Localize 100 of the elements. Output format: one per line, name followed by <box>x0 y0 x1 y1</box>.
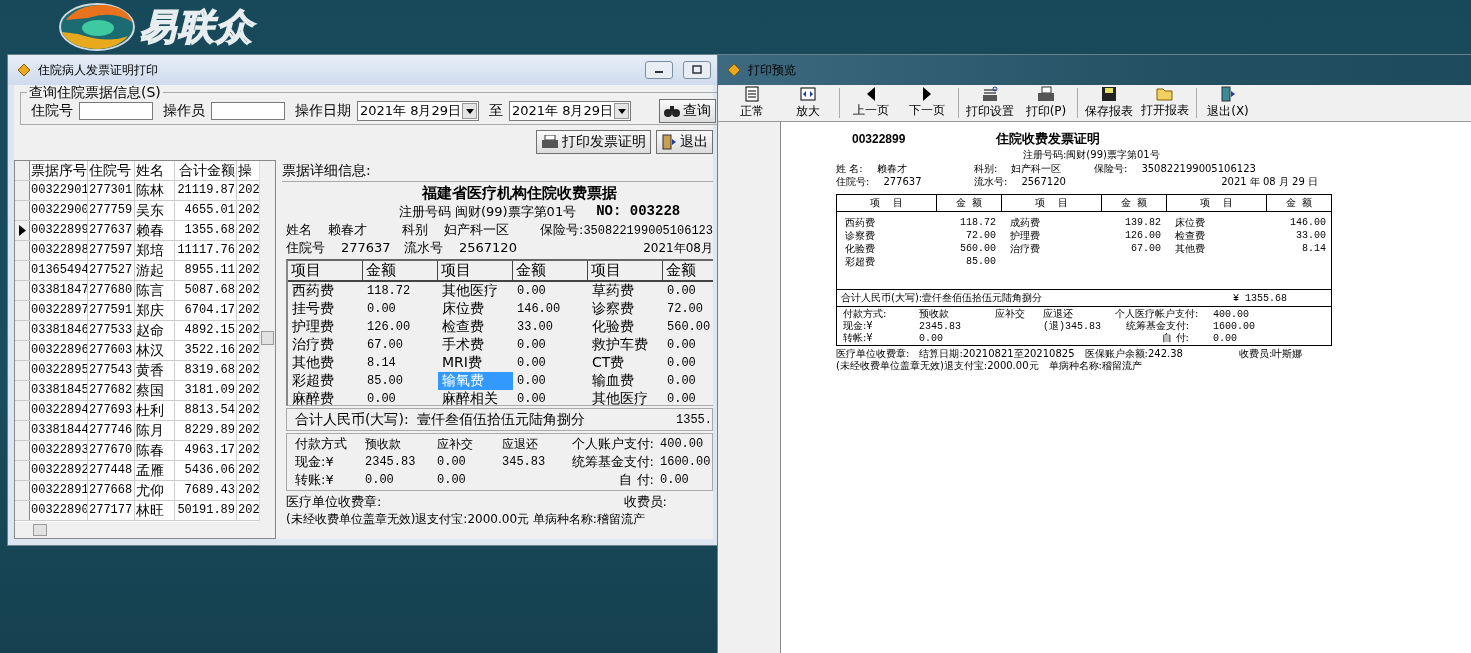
fee-item[interactable]: 检查费 <box>438 318 513 336</box>
table-row[interactable]: 00322900 277759 吴东 4655.01 202 <box>15 201 259 221</box>
row-header[interactable] <box>15 221 30 240</box>
fee-item[interactable]: 床位费 <box>438 300 513 318</box>
table-cell: 陈言 <box>135 281 175 300</box>
group-title: 查询住院票据信息(S) <box>28 85 162 99</box>
toolbar-button[interactable]: 下一页 <box>899 86 955 120</box>
table-cell: 277301 <box>88 181 135 200</box>
payment-text: 应补交 <box>995 308 1025 319</box>
column-header[interactable]: 住院号 <box>88 161 135 180</box>
fee-item[interactable]: 救护车费 <box>588 336 663 354</box>
fee-amount: 0.00 <box>666 374 697 388</box>
toolbar-button[interactable]: 打开报表 <box>1137 86 1193 120</box>
column-header[interactable]: 票据序号 <box>30 161 88 180</box>
input-field[interactable] <box>211 102 285 120</box>
payment-text: 400.00 <box>660 437 704 451</box>
app-icon <box>16 62 32 78</box>
table-row[interactable]: 00322898 277597 郑培 11117.76 202 <box>15 241 259 261</box>
toolbar-button[interactable]: 打印设置 <box>962 86 1018 120</box>
toolbar-button[interactable]: 正常 <box>724 86 780 120</box>
fee-item: 床位费 <box>1174 215 1206 230</box>
payment-text: 付款方式: <box>843 308 887 319</box>
column-header[interactable]: 合计金额 <box>175 161 237 180</box>
table-row[interactable]: 00322893 277670 陈春 4963.17 202 <box>15 441 259 461</box>
fee-item[interactable]: 输血费 <box>588 372 663 390</box>
info-label: 流水号 <box>404 240 443 255</box>
table-cell: 游起 <box>135 261 175 280</box>
table-cell: 陈春 <box>135 441 175 460</box>
fee-amount: 8.14 <box>1301 243 1327 254</box>
fee-amount: 72.00 <box>666 302 704 316</box>
date-picker[interactable]: 2021年 8月29日 <box>509 101 631 121</box>
maximize-button[interactable] <box>683 61 711 79</box>
fee-item[interactable]: 护理费 <box>288 318 363 336</box>
payment-text: 自 付: <box>1162 332 1189 343</box>
field-label: 住院号 <box>31 102 73 120</box>
search-button[interactable]: 查询 <box>659 99 716 123</box>
fee-item[interactable]: 化验费 <box>588 318 663 336</box>
fee-amount: 0.00 <box>666 392 697 406</box>
info-value: 2567120 <box>459 240 517 255</box>
table-cell: 3522.16 <box>175 341 237 360</box>
fee-item[interactable]: 治疗费 <box>288 336 363 354</box>
table-row[interactable]: 00322892 277448 孟雁 5436.06 202 <box>15 461 259 481</box>
fee-amount: 0.00 <box>516 392 547 406</box>
table-cell: 277597 <box>88 241 135 260</box>
table-row[interactable]: 00322896 277603 林汉 3522.16 202 <box>15 341 259 361</box>
fee-item[interactable]: 草药费 <box>588 282 663 300</box>
table-cell: 7689.43 <box>175 481 237 500</box>
fee-item[interactable]: 彩超费 <box>288 372 363 390</box>
minimize-button[interactable] <box>645 61 673 79</box>
fee-amount: 85.00 <box>366 374 404 388</box>
fee-amount: 126.00 <box>366 320 412 334</box>
fee-item[interactable]: 其他医疗 <box>438 282 513 300</box>
toolbar-button[interactable]: 退出 <box>656 130 713 154</box>
payment-text: 现金:¥ <box>295 454 334 469</box>
toolbar-button[interactable]: 退出(X) <box>1200 86 1256 120</box>
info-label: 科别: <box>974 162 998 174</box>
toolbar-button[interactable]: 保存报表 <box>1081 86 1137 120</box>
fee-item: 化验费 <box>844 241 876 256</box>
fee-item[interactable]: 西药费 <box>288 282 363 300</box>
scrollbar[interactable] <box>15 522 275 538</box>
table-cell: 277693 <box>88 401 135 420</box>
info-label: 科别 <box>402 222 429 237</box>
toolbar-button[interactable]: 打印发票证明 <box>536 130 651 154</box>
logo-text: 易联众 <box>140 4 254 49</box>
fee-item: 其他费 <box>1174 241 1206 256</box>
table-row[interactable]: 00322890 277177 林旺 50191.89 202 <box>15 501 259 521</box>
table-row[interactable]: 03381846 277533 赵命 4892.15 202 <box>15 321 259 341</box>
left-arrow-icon <box>866 87 876 101</box>
table-row[interactable]: 00322895 277543 黄香 8319.68 202 <box>15 361 259 381</box>
fee-item[interactable]: MRI费 <box>438 354 513 372</box>
toolbar-button[interactable]: 打印(P) <box>1018 86 1074 120</box>
fee-amount: 118.72 <box>366 284 412 298</box>
input-field[interactable] <box>79 102 153 120</box>
column-header: 项目 <box>588 261 663 282</box>
fee-item[interactable]: CT费 <box>588 354 663 372</box>
table-row[interactable]: 00322899 277637 赖春 1355.68 202 <box>15 221 259 241</box>
document-icon <box>744 86 760 102</box>
toolbar-button[interactable]: 上一页 <box>843 86 899 120</box>
table-row[interactable]: 03381847 277680 陈言 5087.68 202 <box>15 281 259 301</box>
fee-item[interactable]: 其他医疗 <box>588 390 663 408</box>
fee-item[interactable]: 手术费 <box>438 336 513 354</box>
fee-item[interactable]: 其他费 <box>288 354 363 372</box>
payment-text: 转账:¥ <box>295 472 334 487</box>
column-header[interactable]: 姓名 <box>135 161 175 180</box>
fee-item: 检查费 <box>1174 228 1206 243</box>
fee-item[interactable]: 诊察费 <box>588 300 663 318</box>
info-value: 妇产科一区 <box>1011 162 1062 174</box>
table-row[interactable]: 03381845 277682 蔡国 3181.09 202 <box>15 381 259 401</box>
table-row[interactable]: 00322897 277591 郑庆 6704.17 202 <box>15 301 259 321</box>
date-picker[interactable]: 2021年 8月29日 <box>357 101 479 121</box>
payment-text: 统筹基金支付: <box>571 454 654 469</box>
scrollbar[interactable] <box>259 161 275 522</box>
fee-amount: 0.00 <box>516 338 547 352</box>
fee-item[interactable]: 挂号费 <box>288 300 363 318</box>
fee-item: 西药费 <box>844 215 876 230</box>
fee-item[interactable]: 麻醉费 <box>288 390 363 408</box>
fee-item[interactable]: 麻醉相关 <box>438 390 513 408</box>
toolbar-button[interactable]: 放大 <box>780 86 836 120</box>
receipt-number: 00322899 <box>851 132 907 146</box>
table-cell: 赖春 <box>135 221 175 240</box>
